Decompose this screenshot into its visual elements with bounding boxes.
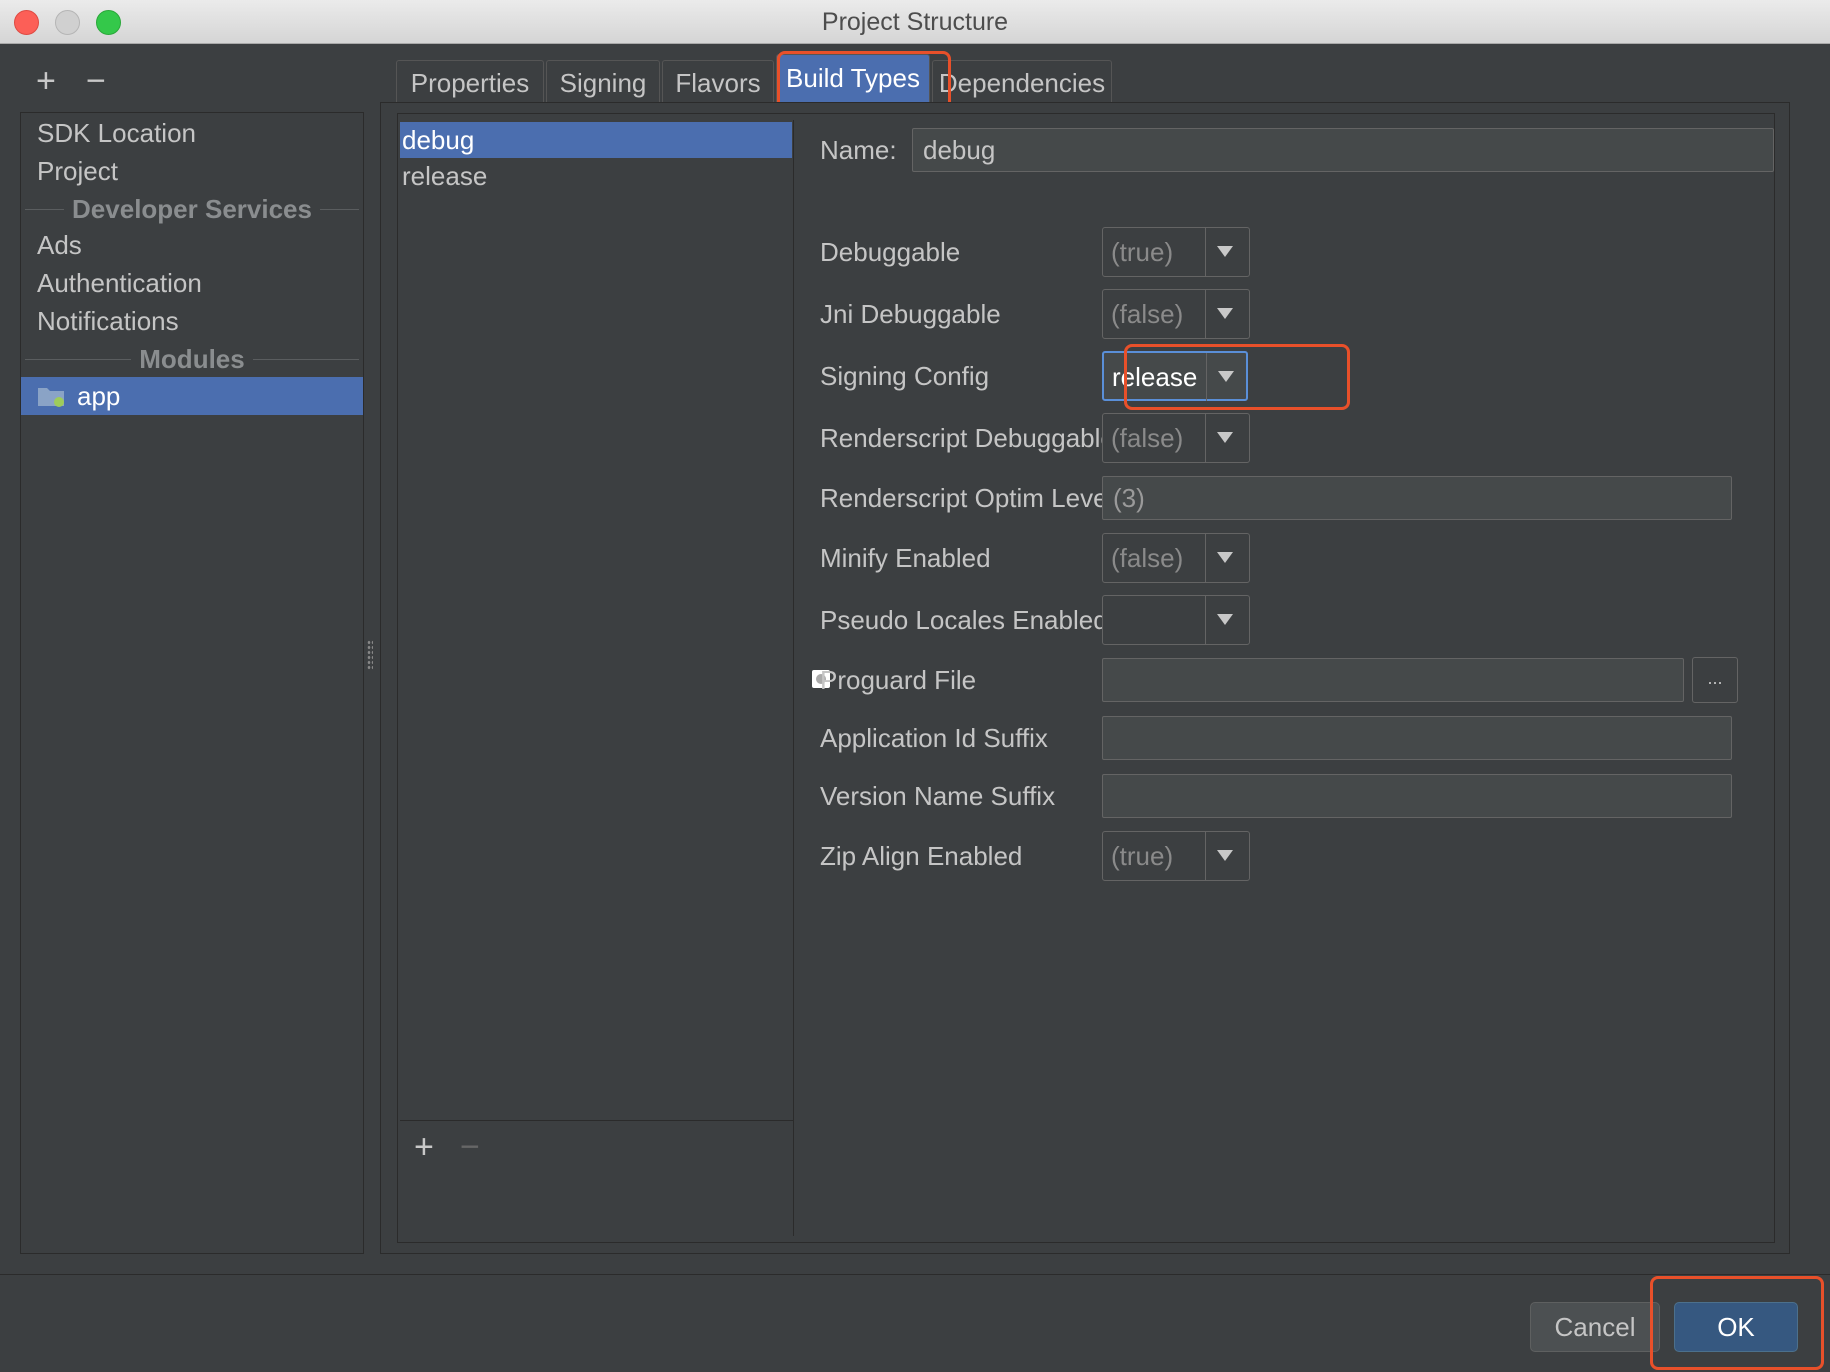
dropdown-arrow-icon	[1218, 371, 1234, 382]
sidebar-item-label: app	[77, 381, 121, 411]
proguard-file-label: Proguard File	[820, 665, 977, 695]
combo-value: (false)	[1111, 423, 1184, 453]
combo-value: (true)	[1111, 237, 1174, 267]
sidebar: SDK Location Project Developer Services …	[20, 112, 364, 1254]
section-label: Modules	[131, 344, 253, 374]
folder-module-icon	[38, 388, 64, 407]
tab-build-types[interactable]: Build Types	[776, 54, 930, 102]
signing-config-label: Signing Config	[820, 361, 990, 391]
remove-module-button[interactable]: −	[86, 64, 106, 98]
version-name-suffix-field[interactable]	[1102, 774, 1732, 818]
proguard-file-field[interactable]	[1102, 658, 1684, 702]
name-label: Name:	[820, 135, 897, 165]
dropdown-arrow-icon	[1217, 432, 1233, 443]
add-build-type-button[interactable]: +	[414, 1129, 434, 1165]
debuggable-label: Debuggable	[820, 237, 961, 267]
sidebar-item-app[interactable]: app	[21, 377, 363, 415]
dropdown-arrow-icon	[1217, 614, 1233, 625]
dropdown-arrow-icon	[1217, 850, 1233, 861]
sidebar-item-ads[interactable]: Ads	[37, 227, 82, 263]
window-title: Project Structure	[821, 8, 1009, 36]
ok-button[interactable]: OK	[1674, 1302, 1798, 1352]
name-field[interactable]: debug	[912, 128, 1774, 172]
minify-enabled-combo[interactable]: (false)	[1102, 533, 1250, 583]
sidebar-item-notifications[interactable]: Notifications	[37, 303, 179, 339]
combo-value: (false)	[1111, 543, 1184, 573]
section-label: Developer Services	[64, 194, 320, 224]
add-module-button[interactable]: +	[36, 64, 56, 98]
sidebar-item-project[interactable]: Project	[37, 153, 118, 189]
tab-properties[interactable]: Properties	[396, 60, 544, 102]
build-types-panel: debug release + − Name: debug Debuggable…	[380, 102, 1790, 1254]
sidebar-item-sdk-location[interactable]: SDK Location	[37, 115, 196, 151]
combo-value: release	[1112, 362, 1198, 392]
renderscript-optim-level-field[interactable]: (3)	[1102, 476, 1732, 520]
sidebar-item-authentication[interactable]: Authentication	[37, 265, 202, 301]
build-type-form: Name: debug Debuggable (true) Jni Debugg…	[812, 114, 1788, 1244]
dropdown-arrow-icon	[1217, 552, 1233, 563]
jni-debuggable-label: Jni Debuggable	[820, 299, 1001, 329]
minify-enabled-label: Minify Enabled	[820, 543, 991, 573]
combo-value: (false)	[1111, 299, 1184, 329]
application-id-suffix-label: Application Id Suffix	[820, 723, 1048, 753]
signing-config-combo[interactable]: release	[1102, 351, 1248, 401]
build-type-item-release[interactable]: release	[400, 158, 792, 194]
bottom-divider	[0, 1274, 1830, 1275]
pseudo-locales-enabled-combo[interactable]	[1102, 595, 1250, 645]
pseudo-locales-enabled-label: Pseudo Locales Enabled	[820, 605, 1108, 635]
sidebar-section-developer-services: Developer Services	[25, 191, 359, 227]
tab-dependencies[interactable]: Dependencies	[932, 60, 1112, 102]
build-type-toolbar: + −	[400, 1120, 794, 1170]
zip-align-enabled-combo[interactable]: (true)	[1102, 831, 1250, 881]
browse-proguard-button[interactable]: ...	[1692, 657, 1738, 703]
renderscript-debuggable-label: Renderscript Debuggable	[820, 423, 1115, 453]
combo-value: (true)	[1111, 841, 1174, 871]
sidebar-section-modules: Modules	[25, 341, 359, 377]
build-type-list: debug release + −	[400, 120, 794, 1236]
remove-build-type-button[interactable]: −	[460, 1129, 480, 1165]
zip-align-enabled-label: Zip Align Enabled	[820, 841, 1023, 871]
version-name-suffix-label: Version Name Suffix	[820, 781, 1056, 811]
renderscript-optim-level-label: Renderscript Optim Level	[820, 483, 1114, 513]
jni-debuggable-combo[interactable]: (false)	[1102, 289, 1250, 339]
title-bar: Project Structure	[0, 0, 1830, 44]
dropdown-arrow-icon	[1217, 246, 1233, 257]
splitter-handle[interactable]	[367, 640, 373, 670]
tab-signing[interactable]: Signing	[546, 60, 660, 102]
debuggable-combo[interactable]: (true)	[1102, 227, 1250, 277]
tab-flavors[interactable]: Flavors	[662, 60, 774, 102]
dropdown-arrow-icon	[1217, 308, 1233, 319]
application-id-suffix-field[interactable]	[1102, 716, 1732, 760]
build-type-item-debug[interactable]: debug	[400, 122, 792, 158]
renderscript-debuggable-combo[interactable]: (false)	[1102, 413, 1250, 463]
cancel-button[interactable]: Cancel	[1530, 1302, 1660, 1352]
